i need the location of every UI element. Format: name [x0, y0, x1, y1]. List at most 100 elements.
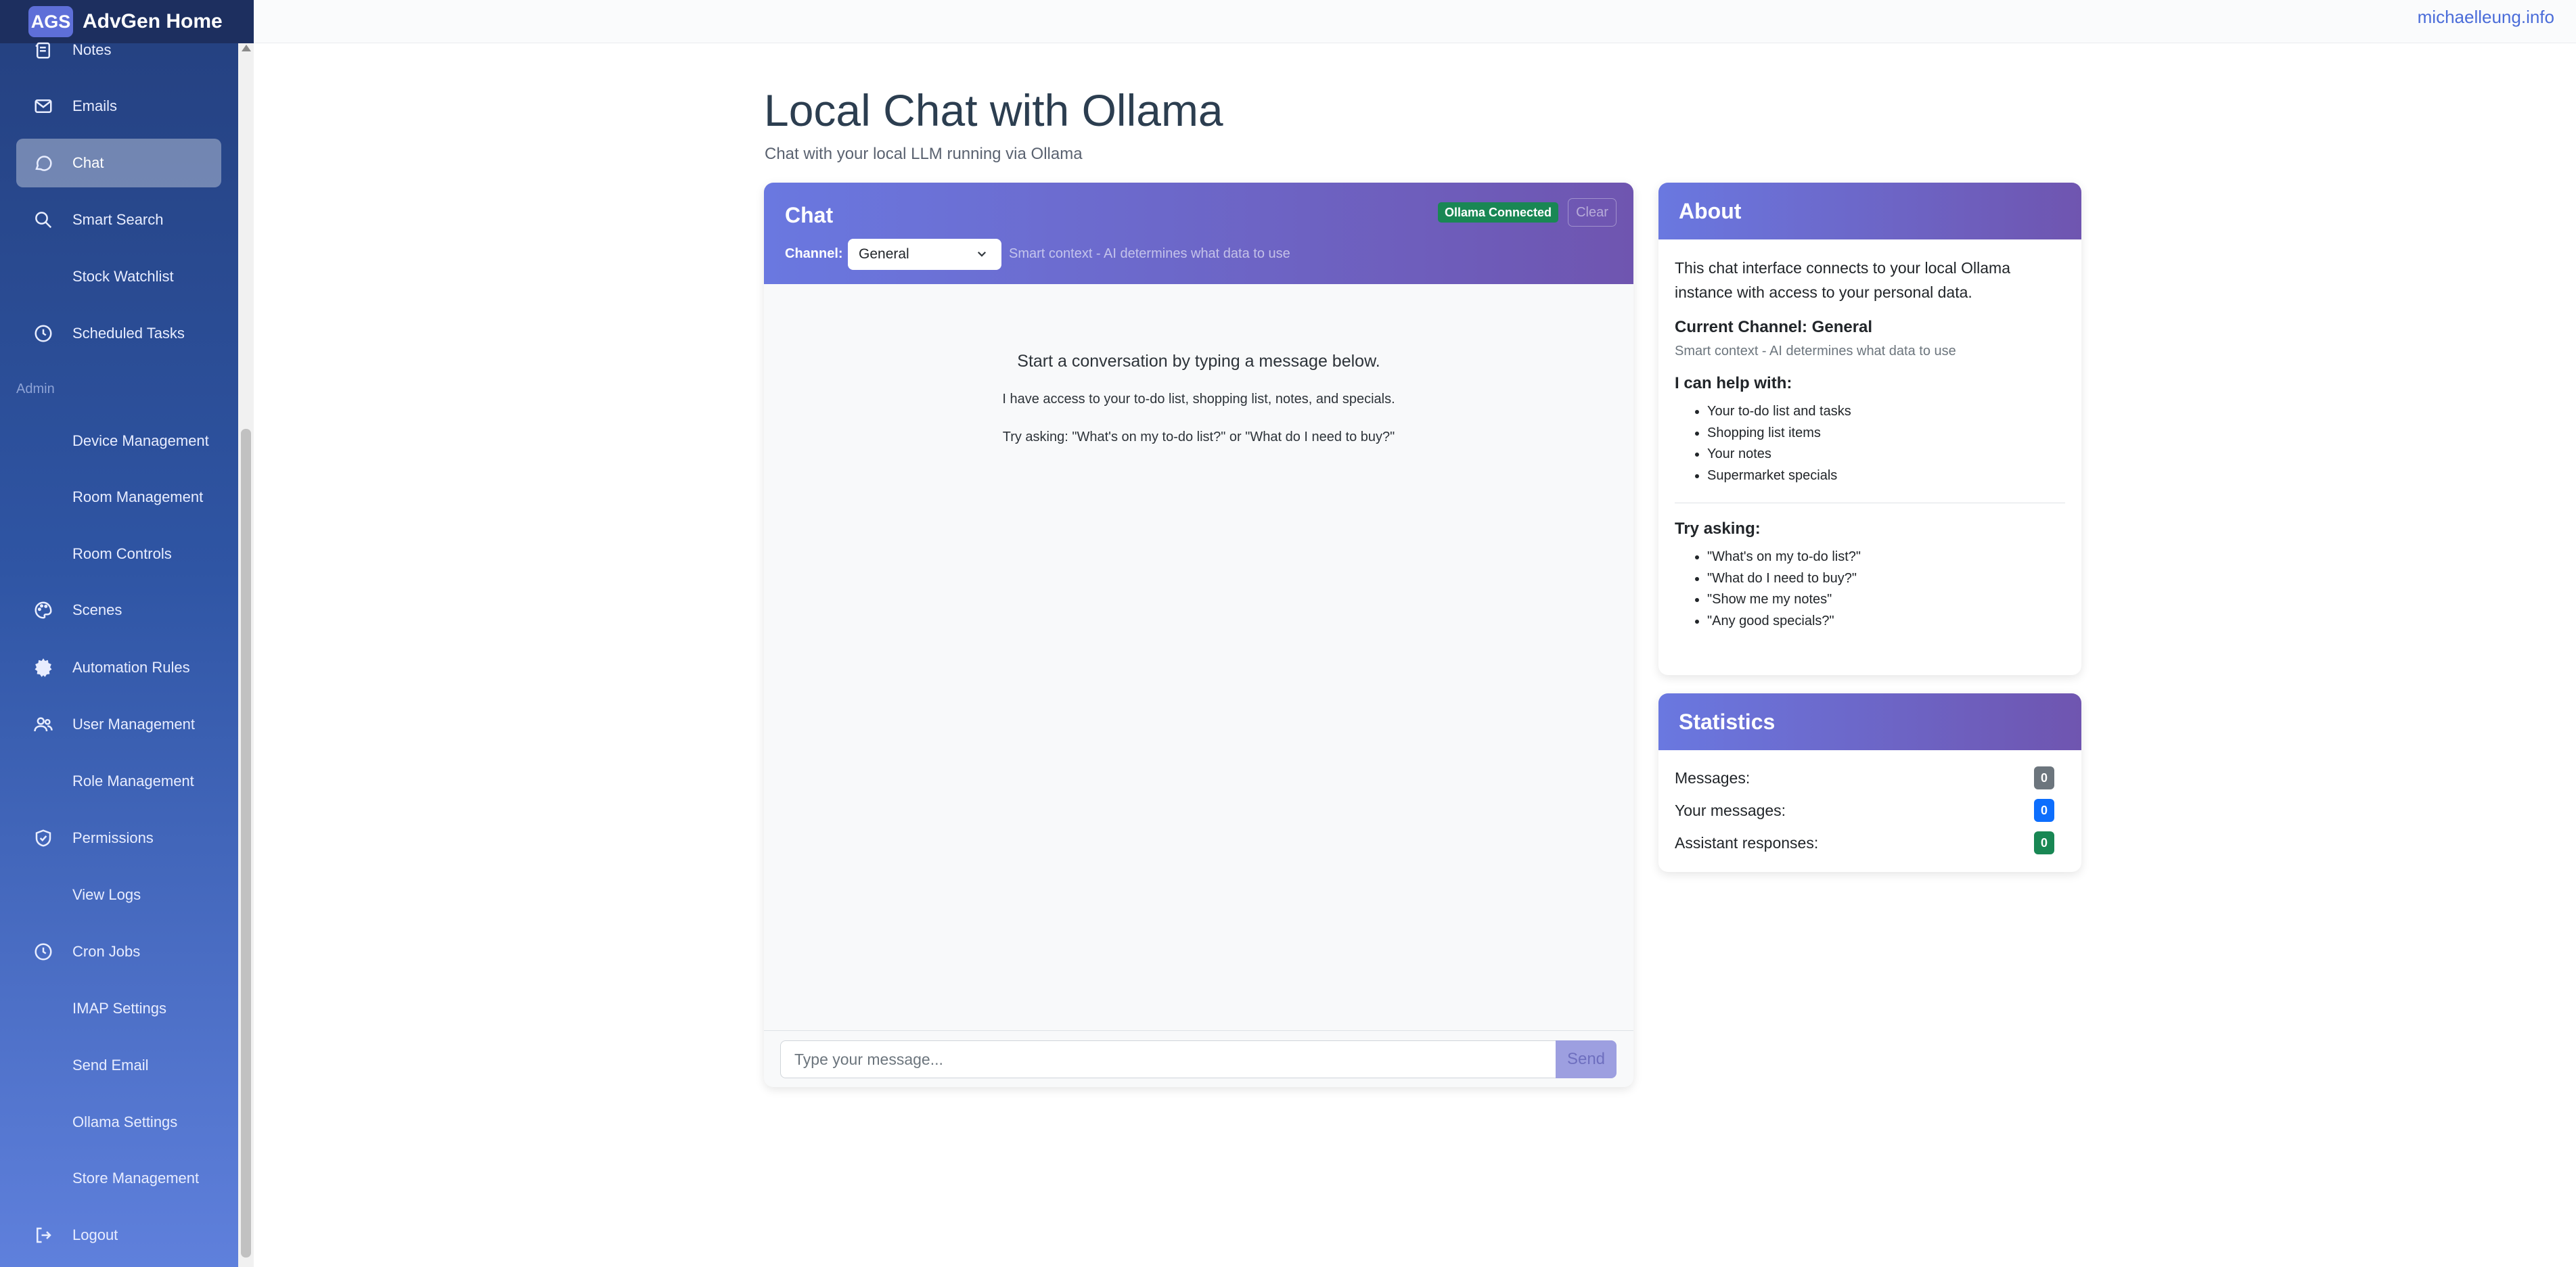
sidebar-item-cron-jobs[interactable]: Cron Jobs: [16, 927, 221, 976]
sidebar-item-label: Smart Search: [72, 211, 164, 228]
sidebar-item-room-controls[interactable]: Room Controls: [16, 530, 221, 578]
sidebar-item-imap-settings[interactable]: IMAP Settings: [16, 984, 221, 1033]
sidebar-item-label: Scenes: [72, 601, 122, 618]
list-item: "Show me my notes": [1707, 589, 2065, 611]
list-item: "Any good specials?": [1707, 611, 2065, 632]
stat-count-badge: 0: [2034, 799, 2054, 822]
sidebar-item-label: Notes: [72, 41, 112, 58]
about-description: This chat interface connects to your loc…: [1675, 259, 2011, 301]
sidebar-item-scheduled-tasks[interactable]: Scheduled Tasks: [16, 309, 221, 358]
sidebar-item-smart-search[interactable]: Smart Search: [16, 195, 221, 244]
stat-row-your-messages: Your messages: 0: [1658, 795, 2081, 827]
sidebar-item-permissions[interactable]: Permissions: [16, 814, 221, 862]
sidebar-item-label: User Management: [72, 716, 195, 733]
notes-icon: [32, 39, 55, 62]
site-link[interactable]: michaelleung.info: [2418, 7, 2554, 28]
stat-label: Messages:: [1675, 769, 1750, 787]
section-label-admin: Admin: [16, 382, 55, 396]
sidebar-item-label: Cron Jobs: [72, 943, 141, 960]
stat-count-badge: 0: [2034, 766, 2054, 789]
current-channel-note: Smart context - AI determines what data …: [1675, 344, 1956, 359]
logout-icon: [32, 1224, 55, 1247]
chat-icon: [32, 152, 55, 175]
gear-icon: [32, 656, 55, 679]
top-bar: michaelleung.info: [254, 0, 2576, 43]
ollama-status-badge: Ollama Connected: [1438, 202, 1559, 223]
sidebar-item-user-management[interactable]: User Management: [16, 700, 221, 749]
about-title: About: [1658, 183, 2081, 239]
sidebar-scrollbar[interactable]: [238, 43, 254, 1267]
clock-icon: [32, 322, 55, 345]
shield-icon: [32, 827, 55, 850]
list-item: "What's on my to-do list?": [1707, 547, 2065, 568]
sidebar-item-label: Send Email: [72, 1057, 149, 1074]
context-note: Smart context - AI determines what data …: [1009, 246, 1290, 261]
channel-select[interactable]: General: [848, 239, 1001, 270]
sidebar-item-label: IMAP Settings: [72, 1000, 166, 1017]
chat-card: Chat Ollama Connected Clear Channel: Gen…: [764, 183, 1633, 1087]
sidebar-item-send-email[interactable]: Send Email: [16, 1041, 221, 1090]
list-item: Supermarket specials: [1707, 465, 2065, 487]
sidebar: AGS AdvGen Home Notes Emails Chat Smart …: [0, 0, 254, 1267]
sidebar-item-label: Stock Watchlist: [72, 268, 174, 285]
list-item: "What do I need to buy?": [1707, 568, 2065, 590]
palette-icon: [32, 599, 55, 622]
sidebar-item-label: Ollama Settings: [72, 1113, 178, 1130]
sidebar-item-automation-rules[interactable]: Automation Rules: [16, 643, 221, 692]
sidebar-item-label: Chat: [72, 154, 104, 171]
sidebar-item-label: Room Management: [72, 488, 204, 505]
sidebar-item-label: Room Controls: [72, 545, 172, 562]
list-item: Your notes: [1707, 444, 2065, 465]
sidebar-item-view-logs[interactable]: View Logs: [16, 871, 221, 919]
stat-row-assistant-responses: Assistant responses: 0: [1658, 827, 2081, 860]
help-list: Your to-do list and tasks Shopping list …: [1675, 401, 2065, 486]
try-heading: Try asking:: [1675, 520, 1761, 538]
sidebar-item-label: Permissions: [72, 829, 154, 846]
sidebar-item-ollama-settings[interactable]: Ollama Settings: [16, 1098, 221, 1147]
page-subtitle: Chat with your local LLM running via Oll…: [765, 145, 1083, 163]
channel-select-value: General: [859, 246, 909, 262]
chat-input-bar: Send: [764, 1030, 1633, 1087]
sidebar-item-label: Automation Rules: [72, 659, 190, 676]
empty-state-title: Start a conversation by typing a message…: [1017, 352, 1380, 371]
sidebar-scroll-thumb[interactable]: [241, 429, 251, 1258]
statistics-title: Statistics: [1658, 693, 2081, 750]
help-heading: I can help with:: [1675, 374, 1792, 392]
sidebar-item-role-management[interactable]: Role Management: [16, 757, 221, 806]
stat-count-badge: 0: [2034, 831, 2054, 854]
sidebar-item-label: Store Management: [72, 1170, 200, 1187]
sidebar-item-label: Device Management: [72, 432, 209, 449]
send-button[interactable]: Send: [1556, 1040, 1617, 1078]
sidebar-item-label: View Logs: [72, 886, 141, 903]
scroll-up-arrow-icon[interactable]: [242, 45, 251, 51]
stat-label: Assistant responses:: [1675, 834, 1819, 852]
sidebar-item-label: Emails: [72, 97, 118, 114]
message-input[interactable]: [780, 1040, 1573, 1078]
current-channel: Current Channel: General: [1675, 318, 1873, 336]
sidebar-item-label: Scheduled Tasks: [72, 325, 185, 342]
try-list: "What's on my to-do list?" "What do I ne…: [1675, 547, 2065, 632]
sidebar-item-store-management[interactable]: Store Management: [16, 1154, 221, 1203]
page-title: Local Chat with Ollama: [764, 85, 1223, 135]
chevron-down-icon: [976, 248, 988, 264]
sidebar-item-stock-watchlist[interactable]: Stock Watchlist: [16, 252, 221, 301]
sidebar-item-chat[interactable]: Chat: [16, 139, 221, 187]
sidebar-item-emails[interactable]: Emails: [16, 82, 221, 131]
sidebar-item-room-management[interactable]: Room Management: [16, 473, 221, 522]
sidebar-item-device-management[interactable]: Device Management: [16, 417, 221, 465]
sidebar-item-label: Logout: [72, 1226, 118, 1243]
list-item: Your to-do list and tasks: [1707, 401, 2065, 423]
list-item: Shopping list items: [1707, 423, 2065, 444]
sidebar-item-label: Role Management: [72, 773, 194, 789]
chat-title: Chat: [785, 203, 834, 227]
sidebar-item-scenes[interactable]: Scenes: [16, 586, 221, 635]
statistics-card: Statistics Messages: 0 Your messages: 0 …: [1658, 693, 2081, 872]
stat-label: Your messages:: [1675, 802, 1786, 819]
clear-button[interactable]: Clear: [1568, 198, 1617, 227]
sidebar-item-notes[interactable]: Notes: [16, 26, 221, 74]
about-card: About This chat interface connects to yo…: [1658, 183, 2081, 675]
sidebar-item-logout[interactable]: Logout: [16, 1211, 221, 1260]
chat-header: Chat Ollama Connected Clear Channel: Gen…: [764, 183, 1633, 284]
search-icon: [32, 208, 55, 231]
clock-icon: [32, 940, 55, 963]
